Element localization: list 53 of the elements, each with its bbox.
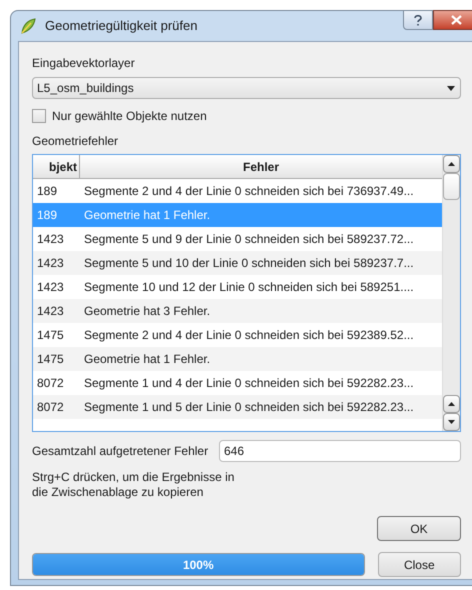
up-arrow-icon — [448, 402, 455, 406]
table-cell-text: Segmente 10 und 12 der Linie 0 schneiden sich bei 589251.... — [83, 279, 415, 296]
column-header[interactable]: Fehler — [80, 155, 442, 178]
table-row[interactable]: 1475 Geometrie hat 1 Fehler. — [33, 347, 442, 371]
scroll-thumb[interactable] — [443, 173, 460, 200]
scroll-up-button[interactable] — [443, 395, 460, 413]
section-label: Geometriefehler — [32, 133, 120, 150]
layer-dropdown[interactable]: L5_osm_buildings — [32, 77, 461, 99]
table-row[interactable]: 1423 Geometrie hat 3 Fehler. — [33, 299, 442, 323]
table-cell-text: 1423 — [36, 255, 65, 272]
table-cell-text: 189 — [36, 207, 58, 224]
leaf-icon — [19, 17, 37, 35]
table-cell-text: 1423 — [36, 279, 65, 296]
scroll-up-button[interactable] — [443, 155, 460, 173]
table-cell-text: 1423 — [36, 303, 65, 320]
down-arrow-icon — [448, 420, 455, 424]
table-cell-text: Geometrie hat 3 Fehler. — [83, 303, 212, 320]
table-cell-text: 8072 — [36, 375, 65, 392]
table-cell-text: Segmente 2 und 4 der Linie 0 schneiden sich bei 736937.49... — [83, 183, 415, 200]
help-button[interactable] — [403, 10, 433, 30]
table-cell-text: Segmente 5 und 10 der Linie 0 schneiden sich bei 589237.7... — [83, 255, 415, 272]
progress-reading: 100% — [182, 556, 215, 574]
scrollbar[interactable] — [442, 155, 460, 431]
hint-text: Strg+C drücken, um die Ergebnisse in die Zwischenablage zu kopieren — [32, 470, 236, 500]
checkbox[interactable] — [32, 109, 46, 123]
column-header[interactable]: bjekt — [33, 155, 80, 178]
scroll-down-button[interactable] — [443, 413, 460, 431]
table-row[interactable]: 1423 Segmente 5 und 10 der Linie 0 schneiden sich bei 589237.7... — [33, 251, 442, 275]
table-cell-text: Geometrie hat 1 Fehler. — [83, 351, 212, 368]
table-cell-text: 1423 — [36, 231, 65, 248]
field-label: Gesamtzahl aufgetretener Fehler — [32, 443, 210, 460]
table-cell-text: Segmente 2 und 4 der Linie 0 schneiden sich bei 592389.52... — [83, 327, 415, 344]
up-arrow-icon — [448, 162, 455, 166]
table-cell-text: 1475 — [36, 351, 65, 368]
dropdown-value: L5_osm_buildings — [37, 80, 134, 97]
close-icon — [450, 15, 462, 25]
checkbox-label: Nur gewählte Objekte nutzen — [52, 108, 207, 125]
close-window-button[interactable] — [433, 10, 472, 30]
help-icon — [414, 14, 422, 26]
table-cell-text: Segmente 1 und 4 der Linie 0 schneiden sich bei 592282.23... — [83, 375, 415, 392]
table-cell-text: 1475 — [36, 327, 65, 344]
table-cell-text: Segmente 5 und 9 der Linie 0 schneiden sich bei 589237.72... — [83, 231, 415, 248]
table-row[interactable]: 8072 Segmente 1 und 5 der Linie 0 schneiden sich bei 592282.23... — [33, 395, 442, 419]
table-cell-text: 8072 — [36, 399, 65, 416]
close-button[interactable]: Close — [378, 552, 461, 577]
table-cell-text: 189 — [36, 183, 58, 200]
ok-button[interactable]: OK — [377, 516, 461, 541]
table-cell-text: Segmente 1 und 5 der Linie 0 schneiden sich bei 592282.23... — [83, 399, 415, 416]
dropdown-arrow-icon — [447, 86, 455, 90]
table-cell-text: Geometrie hat 1 Fehler. — [83, 207, 212, 224]
total-errors-field[interactable]: 646 — [219, 440, 461, 462]
field-label: Eingabevektorlayer — [32, 55, 136, 72]
window-title: Geometriegültigkeit prüfen — [45, 17, 198, 36]
